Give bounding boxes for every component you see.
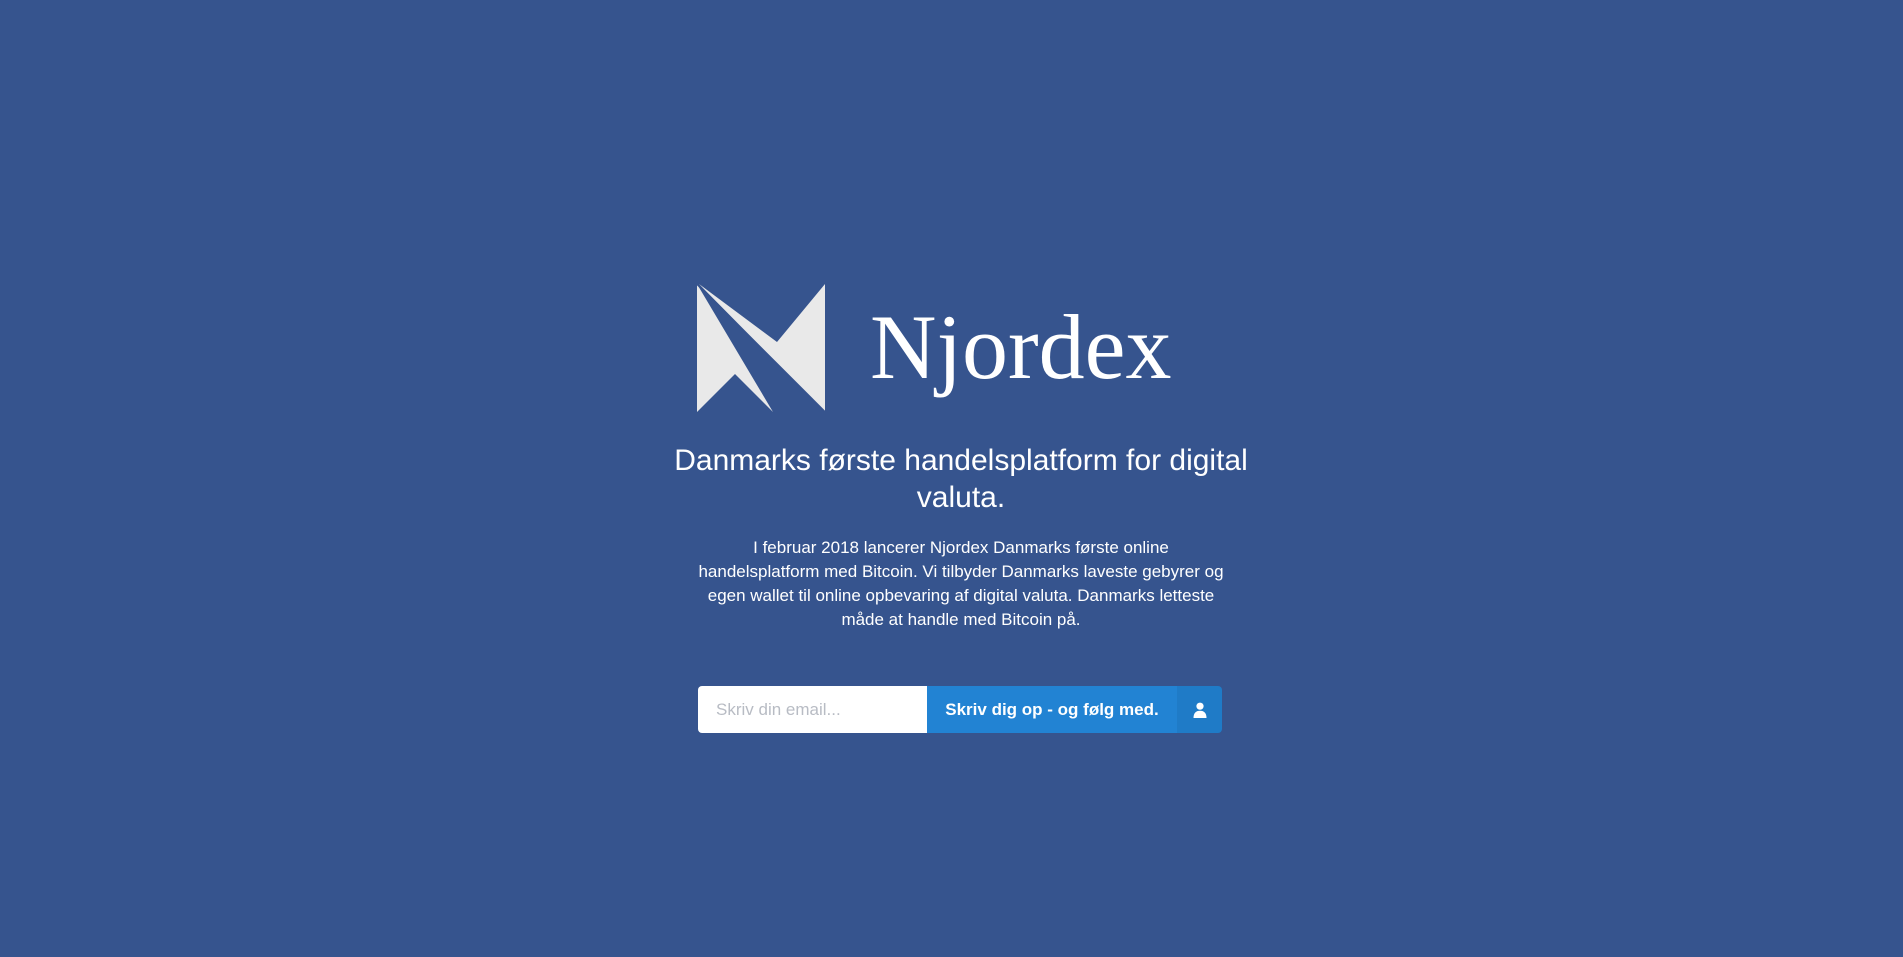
- user-icon: [1193, 702, 1207, 718]
- signup-icon-addon: [1177, 686, 1222, 733]
- brand-header: Njordex: [697, 284, 1197, 412]
- newsletter-signup-form: Skriv dig op - og følg med.: [698, 686, 1222, 733]
- intro-description: I februar 2018 lancerer Njordex Danmarks…: [698, 538, 1224, 629]
- brand-name: Njordex: [870, 296, 1172, 398]
- email-input[interactable]: [698, 686, 927, 733]
- page-tagline: Danmarks første handelsplatform for digi…: [674, 444, 1248, 514]
- njordex-logo-icon: [697, 284, 825, 412]
- hero-section: Njordex Danmarks første handelsplatform …: [0, 0, 1903, 957]
- signup-button[interactable]: Skriv dig op - og følg med.: [927, 686, 1177, 733]
